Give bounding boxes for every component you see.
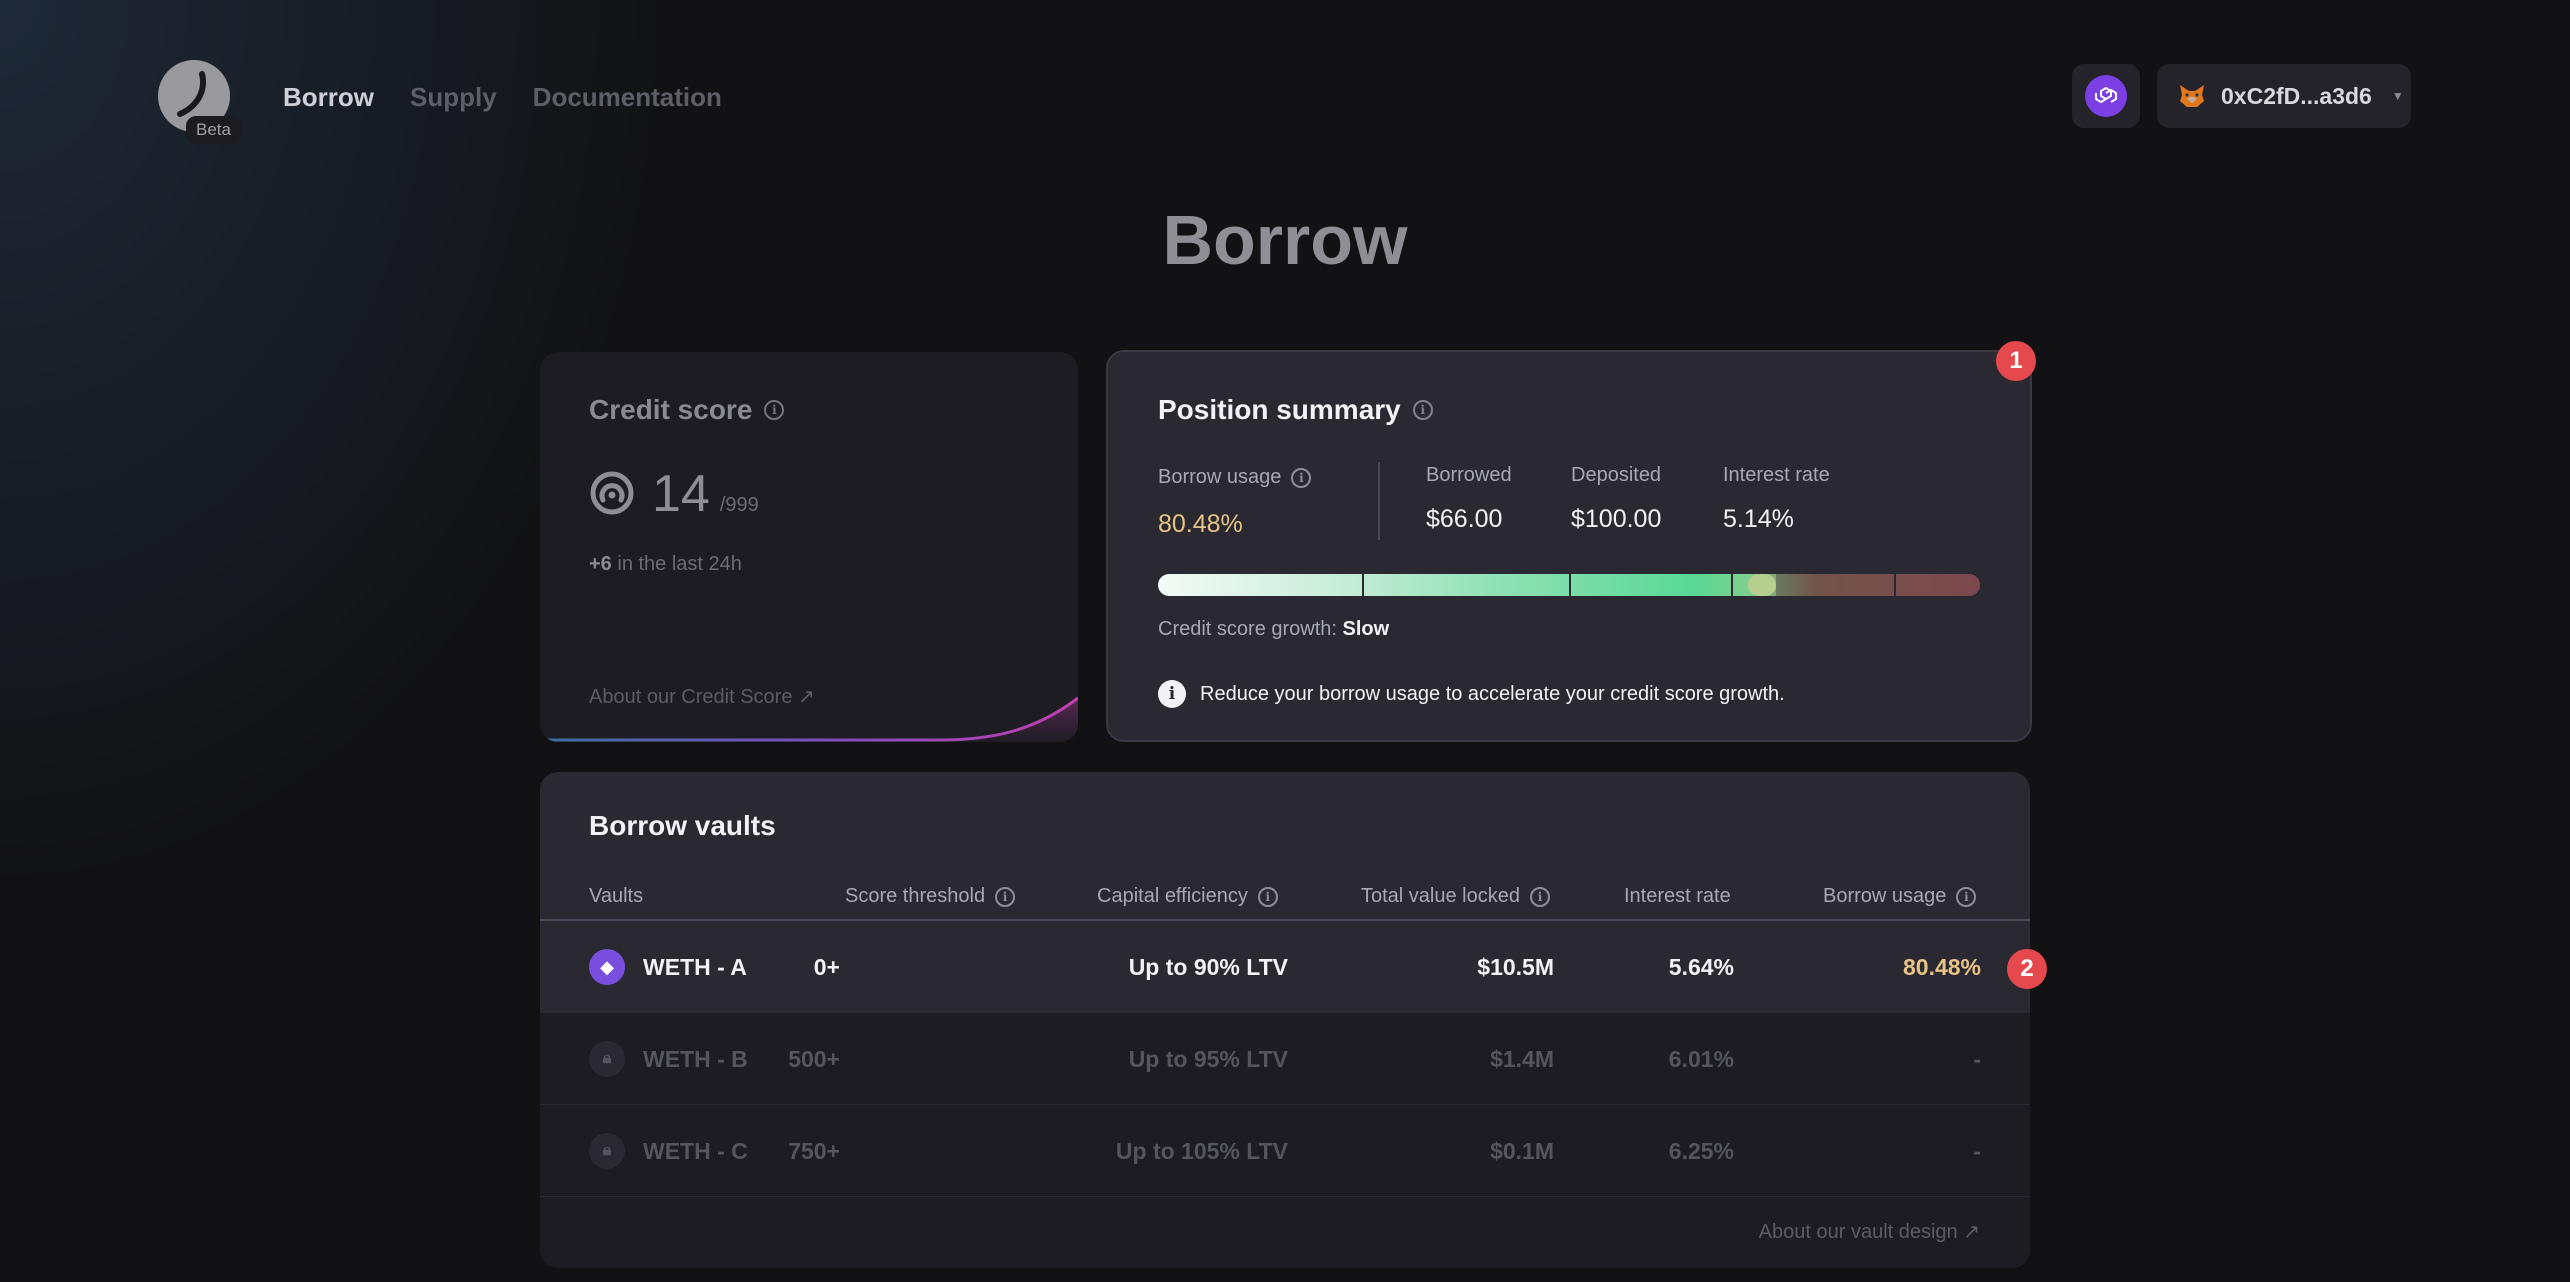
borrow-usage-marker: [1748, 574, 1776, 596]
info-icon[interactable]: i: [1291, 467, 1312, 488]
wallet-address: 0xC2fD...a3d6: [2221, 82, 2372, 109]
credit-score-gauge-icon: [590, 471, 634, 515]
lock-icon: 🔒︎: [589, 1133, 625, 1169]
vault-interest-rate: 6.25%: [1668, 1137, 1734, 1164]
vault-interest-rate: 5.64%: [1668, 953, 1734, 980]
bar-tick: [1731, 574, 1733, 596]
credit-score-delta: +6 in the last 24h: [589, 553, 742, 575]
credit-score-title: Credit score i: [589, 394, 785, 426]
page-title: Borrow: [1162, 201, 1408, 279]
vault-tvl: $1.4M: [1490, 1045, 1554, 1072]
vault-tvl: $0.1M: [1490, 1137, 1554, 1164]
info-icon[interactable]: i: [1956, 886, 1977, 907]
borrow-vaults-card: Borrow vaults Vaults Score threshold i Ca…: [540, 772, 2030, 1268]
bar-tick: [1362, 574, 1364, 596]
position-summary-title: Position summary i: [1158, 394, 1433, 426]
vault-threshold: 750+: [788, 1137, 840, 1164]
credit-score-max: /999: [719, 494, 759, 516]
info-icon[interactable]: i: [1257, 886, 1278, 907]
info-icon[interactable]: i: [1529, 886, 1550, 907]
chevron-down-icon: ▼: [2391, 89, 2404, 103]
column-header-interest-rate: Interest rate: [1624, 885, 1731, 907]
vault-row-weth-b[interactable]: 🔒︎ WETH - B 500+ Up to 95% LTV $1.4M 6.0…: [540, 1013, 2030, 1105]
vault-interest-rate: 6.01%: [1668, 1045, 1734, 1072]
wallet-account-button[interactable]: 0xC2fD...a3d6 ▼: [2157, 64, 2411, 128]
vault-row-weth-a[interactable]: ◆ WETH - A 0+ Up to 90% LTV $10.5M 5.64%…: [540, 921, 2030, 1013]
credit-score-card: Credit score i 14 /999 +6 in the last 24…: [540, 352, 1078, 742]
nav-supply[interactable]: Supply: [410, 82, 497, 113]
column-header-borrow-usage: Borrow usage i: [1823, 885, 1977, 908]
borrow-usage-tip: i Reduce your borrow usage to accelerate…: [1158, 680, 1785, 708]
metamask-fox-icon: [2180, 85, 2204, 107]
column-header-score-threshold: Score threshold i: [845, 885, 1016, 908]
network-selector-button[interactable]: [2072, 64, 2140, 128]
vault-name: WETH - B: [643, 1045, 748, 1072]
info-icon[interactable]: i: [1412, 400, 1433, 420]
vaults-header-background: [540, 772, 2030, 920]
info-icon[interactable]: i: [764, 400, 785, 420]
nav-documentation[interactable]: Documentation: [533, 82, 722, 113]
vault-threshold: 0+: [813, 953, 840, 980]
borrow-vaults-title: Borrow vaults: [589, 810, 776, 841]
credit-score-value-row: 14 /999: [652, 464, 759, 524]
about-vault-design-link[interactable]: About our vault design ↗: [1759, 1219, 1980, 1244]
deposited-stat: Deposited $100.00: [1571, 464, 1662, 533]
column-header-capital-efficiency: Capital efficiency i: [1097, 885, 1278, 908]
borrow-usage-bar-remaining: [1776, 574, 1980, 596]
vault-efficiency: Up to 90% LTV: [1128, 953, 1288, 980]
borrowed-stat: Borrowed $66.00: [1426, 464, 1512, 533]
credit-score-trend-curve: [540, 696, 1078, 742]
step-badge-2: 2: [2007, 949, 2047, 989]
info-icon[interactable]: i: [995, 886, 1016, 907]
borrow-usage-value: 80.48%: [1158, 510, 1243, 538]
vault-tvl: $10.5M: [1477, 953, 1554, 980]
info-icon: i: [1158, 680, 1186, 708]
ethereum-icon: ◆: [589, 949, 625, 985]
vault-borrow-usage: -: [1973, 1045, 1981, 1072]
borrow-usage-label: Borrow usage i: [1158, 466, 1312, 489]
column-header-tvl: Total value locked i: [1361, 885, 1550, 908]
credit-score-value: 14: [652, 465, 710, 523]
step-badge-1: 1: [1996, 341, 2036, 381]
borrow-usage-bar: [1158, 574, 1980, 596]
divider: [1378, 462, 1380, 540]
vault-efficiency: Up to 105% LTV: [1115, 1137, 1288, 1164]
position-summary-card: Position summary i Borrow usage i 80.48%…: [1106, 350, 2032, 742]
beta-badge: Beta: [186, 116, 241, 144]
vault-name: WETH - C: [643, 1137, 748, 1164]
vault-borrow-usage: 80.48%: [1902, 953, 1981, 980]
column-header-vaults: Vaults: [589, 885, 644, 907]
credit-score-growth: Credit score growth: Slow: [1158, 618, 1390, 640]
vault-efficiency: Up to 95% LTV: [1128, 1045, 1288, 1072]
vault-name: WETH - A: [643, 953, 747, 980]
vault-row-weth-c[interactable]: 🔒︎ WETH - C 750+ Up to 105% LTV $0.1M 6.…: [540, 1105, 2030, 1197]
bar-tick: [1894, 574, 1896, 596]
interest-rate-stat: Interest rate 5.14%: [1723, 464, 1830, 533]
vault-borrow-usage: -: [1973, 1137, 1981, 1164]
lock-icon: 🔒︎: [589, 1041, 625, 1077]
nav-borrow[interactable]: Borrow: [283, 82, 374, 113]
polygon-icon: [2085, 75, 2127, 117]
main-nav: Borrow Supply Documentation: [283, 82, 722, 113]
vault-threshold: 500+: [788, 1045, 840, 1072]
bar-tick: [1569, 574, 1571, 596]
